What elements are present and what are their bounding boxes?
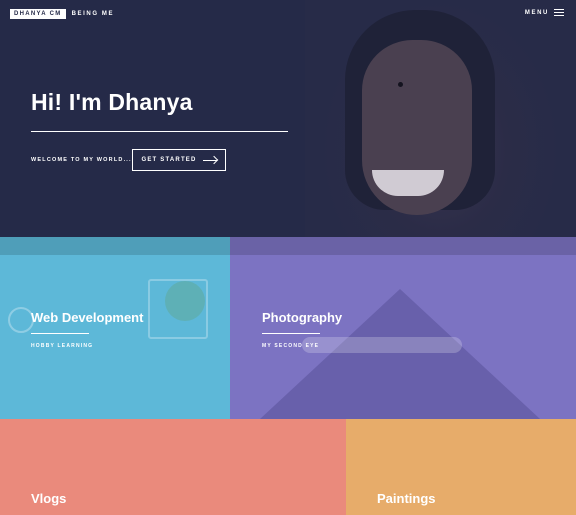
- photo-bindi: [398, 82, 403, 87]
- laptop-image: [148, 279, 208, 339]
- tile-subtitle: HOBBY LEARNING: [31, 343, 94, 349]
- tile-shade: [0, 237, 230, 255]
- tile-web-development[interactable]: Web Development HOBBY LEARNING: [0, 237, 230, 419]
- tile-paintings[interactable]: Paintings: [346, 419, 576, 515]
- hero-banner: DHANYA CM BEING ME MENU Hi! I'm Dhanya W…: [0, 0, 576, 237]
- tile-shade: [230, 237, 576, 255]
- tile-title: Web Development: [31, 310, 144, 325]
- menu-button[interactable]: MENU: [525, 9, 564, 16]
- get-started-button[interactable]: GET STARTED: [132, 149, 226, 171]
- brand-tagline: BEING ME: [71, 11, 115, 17]
- tile-divider: [262, 333, 320, 334]
- tile-divider: [31, 333, 89, 334]
- tile-photography[interactable]: Photography MY SECOND EYE: [230, 237, 576, 419]
- hamburger-icon: [554, 9, 564, 16]
- tile-title: Photography: [262, 310, 343, 325]
- arrow-right-icon: [202, 159, 217, 161]
- mountain-image: [260, 289, 540, 419]
- hero-divider: [31, 131, 288, 132]
- brand-logo[interactable]: DHANYA CM: [10, 9, 66, 19]
- menu-label: MENU: [524, 9, 549, 16]
- tile-title: Paintings: [377, 491, 436, 506]
- welcome-text: WELCOME TO MY WORLD...: [31, 157, 132, 163]
- cloud-image: [302, 337, 462, 353]
- tile-vlogs[interactable]: Vlogs: [0, 419, 346, 515]
- hero-title: Hi! I'm Dhanya: [31, 89, 193, 115]
- tile-subtitle: MY SECOND EYE: [262, 343, 320, 349]
- tile-title: Vlogs: [31, 491, 67, 506]
- brand[interactable]: DHANYA CM BEING ME: [10, 9, 114, 19]
- get-started-label: GET STARTED: [141, 157, 197, 163]
